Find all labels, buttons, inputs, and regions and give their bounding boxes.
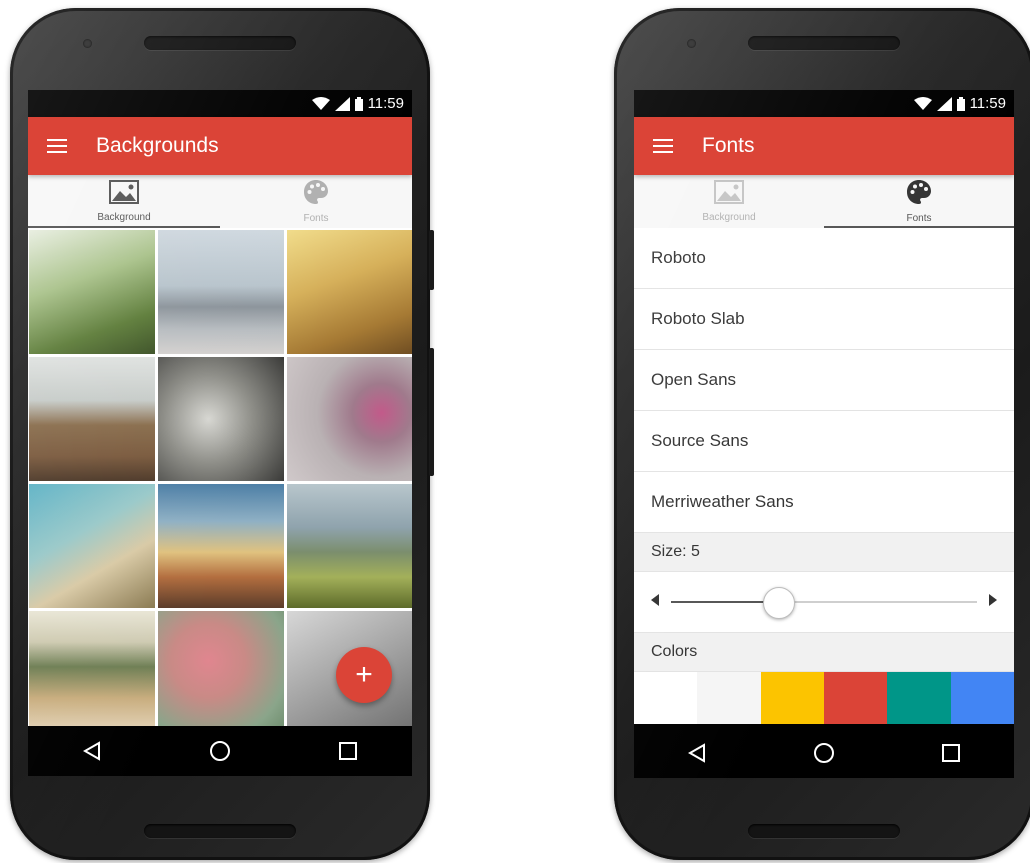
color-swatch-row — [634, 672, 1014, 724]
thumb-daisies-grass[interactable] — [29, 230, 155, 354]
font-item-source-sans[interactable]: Source Sans — [634, 411, 1014, 472]
tab-bar: Background Fonts — [634, 175, 1014, 228]
tab-fonts[interactable]: Fonts — [824, 175, 1014, 228]
phone-left: 11:59 Backgrounds Background Fonts + — [10, 8, 434, 860]
color-swatch[interactable] — [950, 672, 1014, 724]
back-icon[interactable] — [667, 743, 727, 763]
tab-bar: Background Fonts — [28, 175, 412, 228]
volume-button — [429, 348, 434, 476]
palette-icon — [906, 179, 932, 210]
color-swatch[interactable] — [634, 672, 698, 724]
wifi-icon — [311, 96, 330, 111]
color-swatch[interactable] — [697, 672, 761, 724]
earpiece-speaker — [144, 36, 296, 50]
phone-right: 11:59 Fonts Background Fonts Roboto Robo… — [614, 8, 1030, 860]
color-swatch[interactable] — [760, 672, 824, 724]
thumb-pink-flower[interactable] — [287, 357, 412, 481]
size-slider-row — [634, 572, 1014, 633]
tab-indicator — [824, 226, 1014, 228]
add-fab-button[interactable]: + — [336, 647, 392, 703]
slider-thumb[interactable] — [763, 587, 796, 619]
tab-background[interactable]: Background — [634, 175, 824, 228]
wifi-icon — [913, 96, 932, 111]
bottom-speaker — [144, 824, 296, 838]
background-grid: + — [28, 228, 412, 731]
status-bar: 11:59 — [634, 90, 1014, 117]
home-icon[interactable] — [190, 740, 250, 762]
menu-icon[interactable] — [28, 138, 86, 154]
power-button — [429, 230, 434, 290]
decrease-size-arrow-icon[interactable] — [651, 593, 659, 611]
color-swatch[interactable] — [823, 672, 888, 724]
slider-fill — [671, 601, 779, 603]
thumb-rocky-shore[interactable] — [29, 357, 155, 481]
thumb-misty-beach[interactable] — [158, 230, 284, 354]
system-nav-bar — [634, 728, 1014, 778]
recents-icon[interactable] — [921, 744, 981, 762]
thumb-pampas-grass[interactable] — [29, 484, 155, 608]
home-icon[interactable] — [794, 742, 854, 764]
font-item-merriweather-sans[interactable]: Merriweather Sans — [634, 472, 1014, 533]
front-camera — [83, 39, 92, 48]
image-icon — [714, 180, 744, 209]
font-list: Roboto Roboto Slab Open Sans Source Sans… — [634, 228, 1014, 724]
battery-icon — [354, 96, 363, 111]
signal-icon — [334, 96, 350, 111]
size-header: Size: 5 — [634, 533, 1014, 572]
status-bar: 11:59 — [28, 90, 412, 117]
palette-icon — [303, 179, 329, 210]
screen-fonts: 11:59 Fonts Background Fonts Roboto Robo… — [634, 90, 1014, 778]
tab-fonts-label: Fonts — [906, 213, 932, 224]
thumb-green-hills[interactable] — [287, 484, 412, 608]
tab-background-label: Background — [702, 212, 756, 223]
page-title: Fonts — [702, 134, 755, 157]
thumb-golden-grass[interactable] — [287, 230, 412, 354]
earpiece-speaker — [748, 36, 900, 50]
app-bar: Backgrounds — [28, 117, 412, 175]
tab-background-label: Background — [97, 212, 151, 223]
image-icon — [109, 180, 139, 209]
recents-icon[interactable] — [318, 742, 378, 760]
tab-background[interactable]: Background — [28, 175, 220, 228]
tab-fonts-label: Fonts — [303, 213, 329, 224]
font-item-roboto[interactable]: Roboto — [634, 228, 1014, 289]
font-item-roboto-slab[interactable]: Roboto Slab — [634, 289, 1014, 350]
thumb-meadow-field[interactable] — [29, 611, 155, 731]
size-slider[interactable] — [671, 587, 977, 619]
tab-fonts[interactable]: Fonts — [220, 175, 412, 228]
system-nav-bar — [28, 726, 412, 776]
screen-backgrounds: 11:59 Backgrounds Background Fonts + — [28, 90, 412, 776]
status-time: 11:59 — [969, 95, 1006, 112]
colors-header: Colors — [634, 633, 1014, 672]
thumb-pink-sprig[interactable] — [158, 611, 284, 731]
increase-size-arrow-icon[interactable] — [989, 593, 997, 611]
thumb-sunset-beach[interactable] — [158, 484, 284, 608]
page-title: Backgrounds — [96, 134, 219, 157]
app-bar: Fonts — [634, 117, 1014, 175]
bottom-speaker — [748, 824, 900, 838]
font-item-open-sans[interactable]: Open Sans — [634, 350, 1014, 411]
thumb-grey-flowers[interactable] — [158, 357, 284, 481]
color-swatch[interactable] — [887, 672, 951, 724]
status-time: 11:59 — [367, 95, 404, 112]
battery-icon — [956, 96, 965, 111]
back-icon[interactable] — [62, 741, 122, 761]
menu-icon[interactable] — [634, 138, 692, 154]
front-camera — [687, 39, 696, 48]
signal-icon — [936, 96, 952, 111]
